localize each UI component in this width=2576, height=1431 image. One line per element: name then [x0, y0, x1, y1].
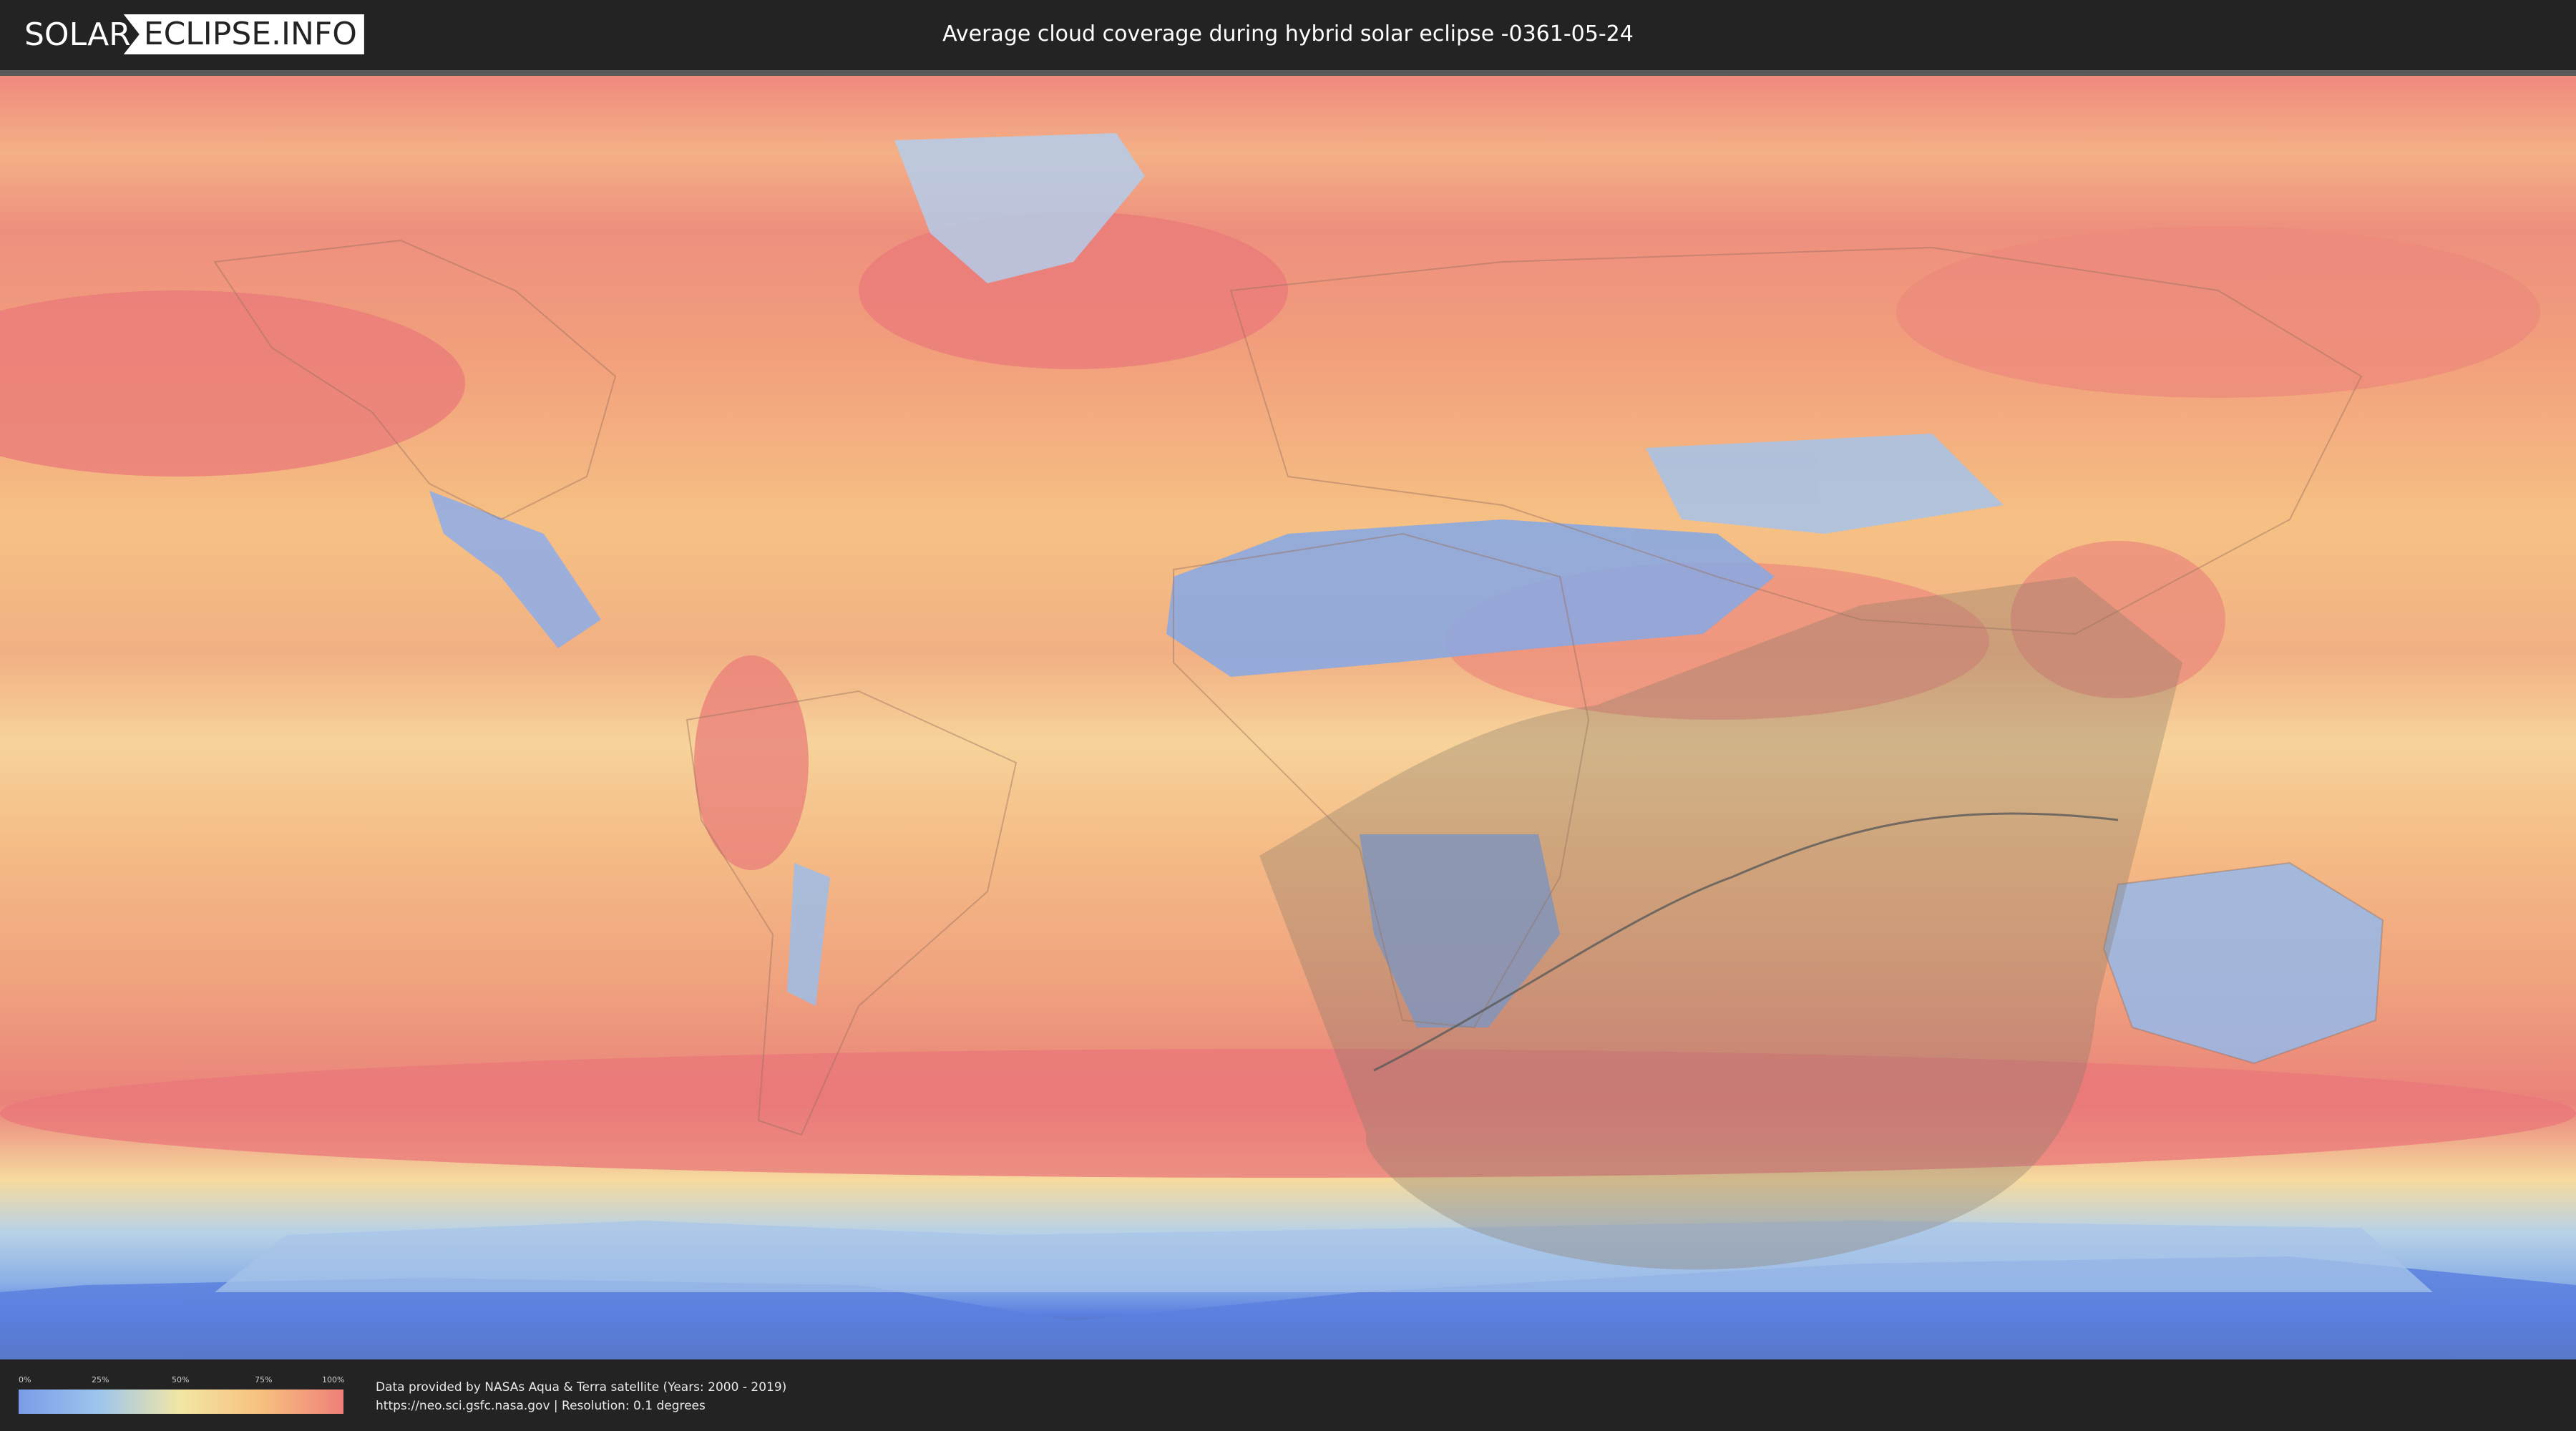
legend-color-bar [19, 1390, 343, 1414]
legend-tick-100: 100% [322, 1375, 345, 1384]
site-logo[interactable]: SOLAR ECLIPSE.INFO [21, 14, 364, 54]
cloud-coverage-map[interactable] [0, 76, 2576, 1359]
legend-tick-25: 25% [92, 1375, 109, 1384]
legend-tick-0: 0% [19, 1375, 31, 1384]
credit-line-source: Data provided by NASAs Aqua & Terra sate… [376, 1380, 787, 1395]
page-title: Average cloud coverage during hybrid sol… [942, 21, 1634, 47]
logo-text-solar: SOLAR [24, 16, 131, 53]
data-credits: Data provided by NASAs Aqua & Terra sate… [376, 1378, 786, 1415]
legend-tick-50: 50% [172, 1375, 190, 1384]
antarctica-coast [215, 1221, 2433, 1292]
legend-tick-75: 75% [255, 1375, 273, 1384]
logo-text-eclipse-info: ECLIPSE.INFO [123, 14, 364, 54]
credit-line-url: https://neo.sci.gsfc.nasa.gov | Resoluti… [376, 1399, 706, 1413]
header-bar: SOLAR ECLIPSE.INFO Average cloud coverag… [0, 0, 2576, 70]
cloud-legend: 0% 25% 50% 75% 100% [19, 1375, 345, 1415]
